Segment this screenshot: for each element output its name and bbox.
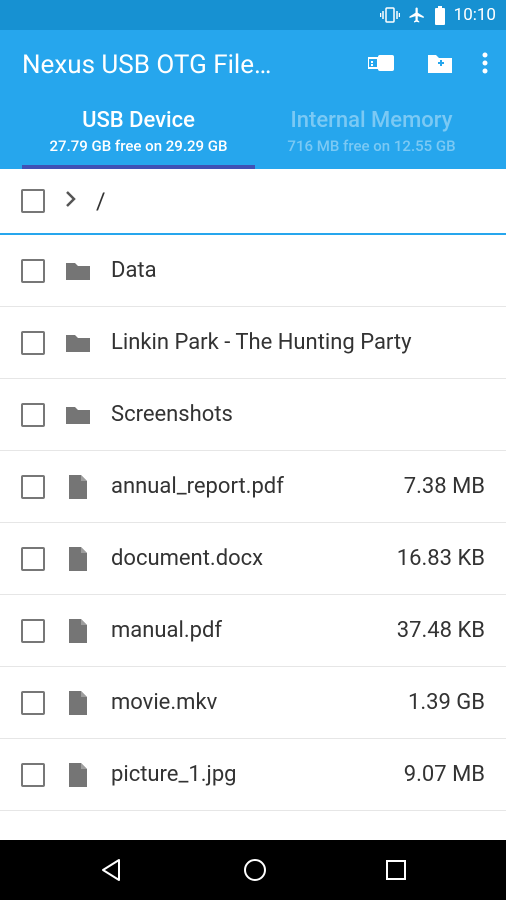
select-all-checkbox[interactable] xyxy=(21,189,45,213)
tab-subtitle: 27.79 GB free on 29.29 GB xyxy=(22,137,255,155)
tab-title: Internal Memory xyxy=(255,108,488,133)
battery-icon xyxy=(434,6,446,25)
path-bar: / xyxy=(0,169,506,235)
file-name: movie.mkv xyxy=(111,690,388,715)
clock-time: 10:10 xyxy=(454,5,496,25)
file-icon xyxy=(65,546,91,572)
file-name: Linkin Park - The Hunting Party xyxy=(111,330,465,355)
file-name: Data xyxy=(111,258,465,283)
file-icon xyxy=(65,618,91,644)
file-checkbox[interactable] xyxy=(21,331,45,355)
status-bar: 10:10 xyxy=(0,0,506,30)
file-checkbox[interactable] xyxy=(21,259,45,283)
file-name: manual.pdf xyxy=(111,618,377,643)
file-row[interactable]: movie.mkv 1.39 GB xyxy=(0,667,506,739)
new-folder-icon[interactable] xyxy=(426,51,454,79)
tab-internal-memory[interactable]: Internal Memory 716 MB free on 12.55 GB xyxy=(255,106,488,169)
file-size: 37.48 KB xyxy=(397,618,485,643)
overflow-menu-icon[interactable] xyxy=(482,52,488,78)
file-list[interactable]: Data Linkin Park - The Hunting Party Scr… xyxy=(0,235,506,840)
tab-subtitle: 716 MB free on 12.55 GB xyxy=(255,137,488,155)
file-row[interactable]: document.docx 16.83 KB xyxy=(0,523,506,595)
file-checkbox[interactable] xyxy=(21,403,45,427)
vibrate-icon xyxy=(380,6,400,24)
app-title: Nexus USB OTG File… xyxy=(22,50,354,80)
folder-icon xyxy=(65,332,91,354)
file-icon xyxy=(65,474,91,500)
current-path[interactable]: / xyxy=(96,188,106,215)
file-checkbox[interactable] xyxy=(21,619,45,643)
home-button[interactable] xyxy=(242,857,268,883)
file-row[interactable]: picture_1.jpg 9.07 MB xyxy=(0,739,506,811)
file-size: 7.38 MB xyxy=(404,474,485,499)
file-name: annual_report.pdf xyxy=(111,474,384,499)
back-button[interactable] xyxy=(99,857,125,883)
file-checkbox[interactable] xyxy=(21,763,45,787)
file-row[interactable]: manual.pdf 37.48 KB xyxy=(0,595,506,667)
file-size: 9.07 MB xyxy=(404,762,485,787)
file-row[interactable]: Screenshots xyxy=(0,379,506,451)
file-icon xyxy=(65,762,91,788)
file-name: document.docx xyxy=(111,546,377,571)
file-size: 1.39 GB xyxy=(408,690,485,715)
usb-action-icon[interactable] xyxy=(368,51,398,79)
file-checkbox[interactable] xyxy=(21,547,45,571)
recents-button[interactable] xyxy=(385,859,407,881)
file-row[interactable]: annual_report.pdf 7.38 MB xyxy=(0,451,506,523)
file-row[interactable]: Data xyxy=(0,235,506,307)
file-name: picture_1.jpg xyxy=(111,762,384,787)
file-icon xyxy=(65,690,91,716)
file-name: Screenshots xyxy=(111,402,465,427)
file-checkbox[interactable] xyxy=(21,691,45,715)
tab-title: USB Device xyxy=(22,108,255,133)
tab-bar: USB Device 27.79 GB free on 29.29 GB Int… xyxy=(22,106,488,169)
tab-usb-device[interactable]: USB Device 27.79 GB free on 29.29 GB xyxy=(22,106,255,169)
chevron-right-icon xyxy=(65,189,76,213)
airplane-icon xyxy=(408,6,426,24)
file-size: 16.83 KB xyxy=(397,546,485,571)
folder-icon xyxy=(65,260,91,282)
system-nav-bar xyxy=(0,840,506,900)
folder-icon xyxy=(65,404,91,426)
file-row[interactable]: Linkin Park - The Hunting Party xyxy=(0,307,506,379)
app-bar: Nexus USB OTG File… USB Device 27.79 GB … xyxy=(0,30,506,169)
file-checkbox[interactable] xyxy=(21,475,45,499)
